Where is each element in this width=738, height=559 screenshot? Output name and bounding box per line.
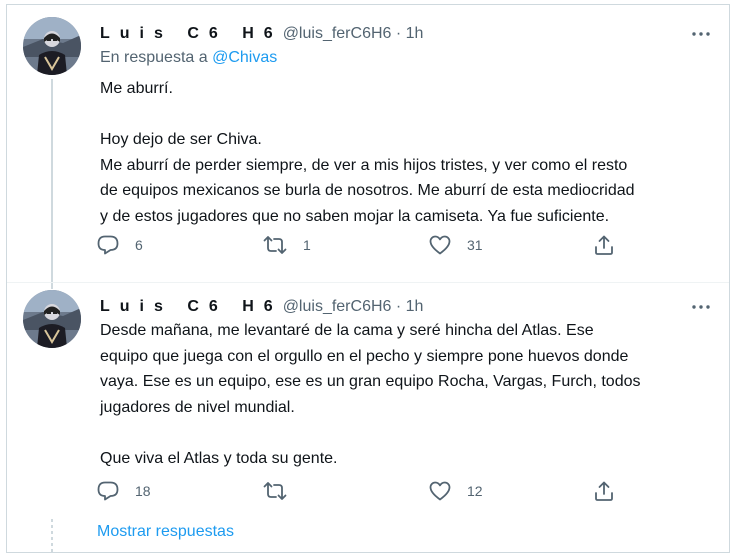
avatar[interactable] xyxy=(23,17,81,75)
reply-icon xyxy=(97,481,119,501)
author-name[interactable]: Luis C6 H6 xyxy=(100,25,283,43)
reply-count: 18 xyxy=(135,483,151,499)
share-button[interactable] xyxy=(593,479,615,503)
tweet-line: Que viva el Atlas y toda su gente. xyxy=(100,449,338,467)
share-button[interactable] xyxy=(593,233,615,257)
reply-prefix: En respuesta a xyxy=(100,49,213,66)
tweet-line-break xyxy=(100,102,712,128)
tweet-header: Luis C6 H6 @luis_ferC6H6 · 1h xyxy=(100,22,423,46)
tweet-line: de equipos mexicanos se burla de nosotro… xyxy=(100,182,635,199)
tweet-header: Luis C6 H6 @luis_ferC6H6 · 1h xyxy=(100,295,423,319)
action-bar: 6 1 31 xyxy=(97,233,629,257)
author-handle[interactable]: @luis_ferC6H6 · 1h xyxy=(283,298,424,316)
like-count: 31 xyxy=(467,237,483,253)
tweet-thread: Luis C6 H6 @luis_ferC6H6 · 1h En respues… xyxy=(6,4,730,553)
tweet-line: Me aburrí de perder siempre, de ver a mi… xyxy=(100,156,628,174)
reply-count: 6 xyxy=(135,237,143,253)
mention-link[interactable]: @Chivas xyxy=(212,49,277,66)
action-bar: 18 12 xyxy=(97,479,629,503)
tweet-line-break xyxy=(100,420,712,446)
retweet-count: 1 xyxy=(303,237,311,253)
more-icon[interactable] xyxy=(689,22,713,46)
heart-icon xyxy=(429,481,451,501)
share-icon xyxy=(593,480,615,502)
tweet-line: jugadores de nivel mundial. xyxy=(100,398,295,416)
author-name[interactable]: Luis C6 H6 xyxy=(100,298,283,316)
retweet-icon xyxy=(263,235,287,255)
retweet-button[interactable] xyxy=(263,479,303,503)
more-icon[interactable] xyxy=(689,295,713,319)
show-replies-link[interactable]: Mostrar respuestas xyxy=(97,523,234,541)
avatar[interactable] xyxy=(23,290,81,348)
author-handle[interactable]: @luis_ferC6H6 · 1h xyxy=(283,25,424,43)
like-button[interactable]: 12 xyxy=(429,479,483,503)
retweet-button[interactable]: 1 xyxy=(263,233,311,257)
tweet[interactable]: Luis C6 H6 @luis_ferC6H6 · 1h Desde maña… xyxy=(7,282,729,513)
reply-icon xyxy=(97,235,119,255)
like-button[interactable]: 31 xyxy=(429,233,483,257)
retweet-icon xyxy=(263,481,287,501)
tweet-text: Desde mañana, me levantaré de la cama y … xyxy=(100,318,712,471)
thread-continuation-dots xyxy=(51,519,53,553)
tweet-line: vaya. Ese es un equipo, ese es un gran e… xyxy=(100,373,641,390)
reply-button[interactable]: 18 xyxy=(97,479,151,503)
tweet-line: equipo que juega con el orgullo en el pe… xyxy=(100,347,629,365)
tweet-text: Me aburrí. Hoy dejo de ser Chiva. Me abu… xyxy=(100,76,712,229)
tweet-line: Desde mañana, me levantaré de la cama y … xyxy=(100,322,594,339)
share-icon xyxy=(593,234,615,256)
tweet-line: y de estos jugadores que no saben mojar … xyxy=(100,207,610,225)
tweet-line: Hoy dejo de ser Chiva. xyxy=(100,131,262,148)
reply-button[interactable]: 6 xyxy=(97,233,143,257)
heart-icon xyxy=(429,235,451,255)
like-count: 12 xyxy=(467,483,483,499)
reply-context: En respuesta a @Chivas xyxy=(100,49,277,67)
tweet-line: Me aburrí. xyxy=(100,80,173,97)
tweet[interactable]: Luis C6 H6 @luis_ferC6H6 · 1h En respues… xyxy=(7,5,729,282)
